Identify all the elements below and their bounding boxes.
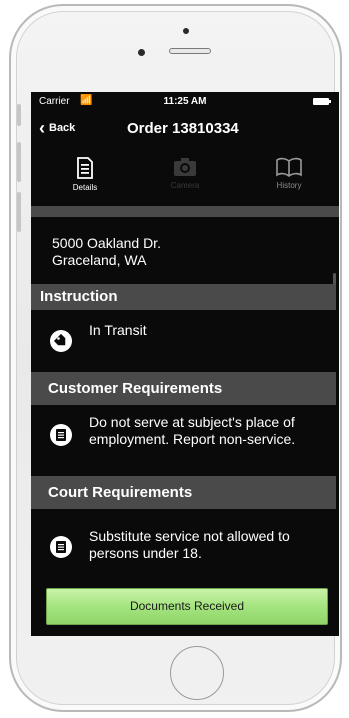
book-icon — [276, 157, 302, 177]
volume-down-button — [17, 192, 21, 232]
back-button[interactable]: ‹ Back — [39, 118, 76, 138]
app-screen: Carrier 📶 11:25 AM ‹ Back Order 13810334… — [31, 92, 339, 636]
mute-switch — [17, 104, 21, 126]
home-button[interactable] — [170, 646, 224, 700]
court-requirements-text: Substitute service not allowed to person… — [89, 528, 290, 561]
instruction-text: In Transit — [89, 322, 147, 338]
court-requirements-header: Court Requirements — [31, 476, 336, 509]
proximity-sensor — [183, 28, 189, 34]
navigation-bar: ‹ Back Order 13810334 — [31, 114, 339, 144]
tag-icon — [50, 330, 72, 352]
status-time: 11:25 AM — [163, 96, 207, 107]
status-bar: Carrier 📶 11:25 AM — [31, 92, 339, 110]
front-camera — [138, 49, 145, 56]
section-divider — [31, 206, 339, 217]
address-line-2: Graceland, WA — [52, 252, 147, 268]
customer-requirements-header: Customer Requirements — [31, 372, 336, 405]
tab-history-label: History — [276, 181, 302, 190]
page-title: Order 13810334 — [127, 120, 239, 137]
earpiece-speaker — [169, 48, 211, 54]
address-block: 5000 Oakland Dr. Graceland, WA — [52, 235, 161, 269]
document-icon — [77, 157, 93, 179]
volume-up-button — [17, 142, 21, 182]
battery-icon — [313, 98, 331, 105]
document-list-icon — [50, 536, 72, 558]
tab-history[interactable]: History — [249, 149, 329, 199]
tab-camera[interactable]: Camera — [145, 149, 225, 199]
document-list-icon — [50, 424, 72, 446]
instruction-header: Instruction — [31, 284, 336, 310]
chevron-left-icon: ‹ — [39, 118, 45, 138]
tab-camera-label: Camera — [170, 181, 200, 190]
tab-bar: Details Camera History — [31, 149, 339, 201]
customer-requirements-text: Do not serve at subject's place of emplo… — [89, 414, 296, 447]
camera-icon — [174, 158, 196, 176]
address-line-1: 5000 Oakland Dr. — [52, 235, 161, 251]
tab-details-label: Details — [72, 183, 98, 192]
documents-received-button[interactable]: Documents Received — [46, 588, 328, 625]
back-label: Back — [49, 122, 76, 134]
tab-details[interactable]: Details — [45, 149, 125, 199]
